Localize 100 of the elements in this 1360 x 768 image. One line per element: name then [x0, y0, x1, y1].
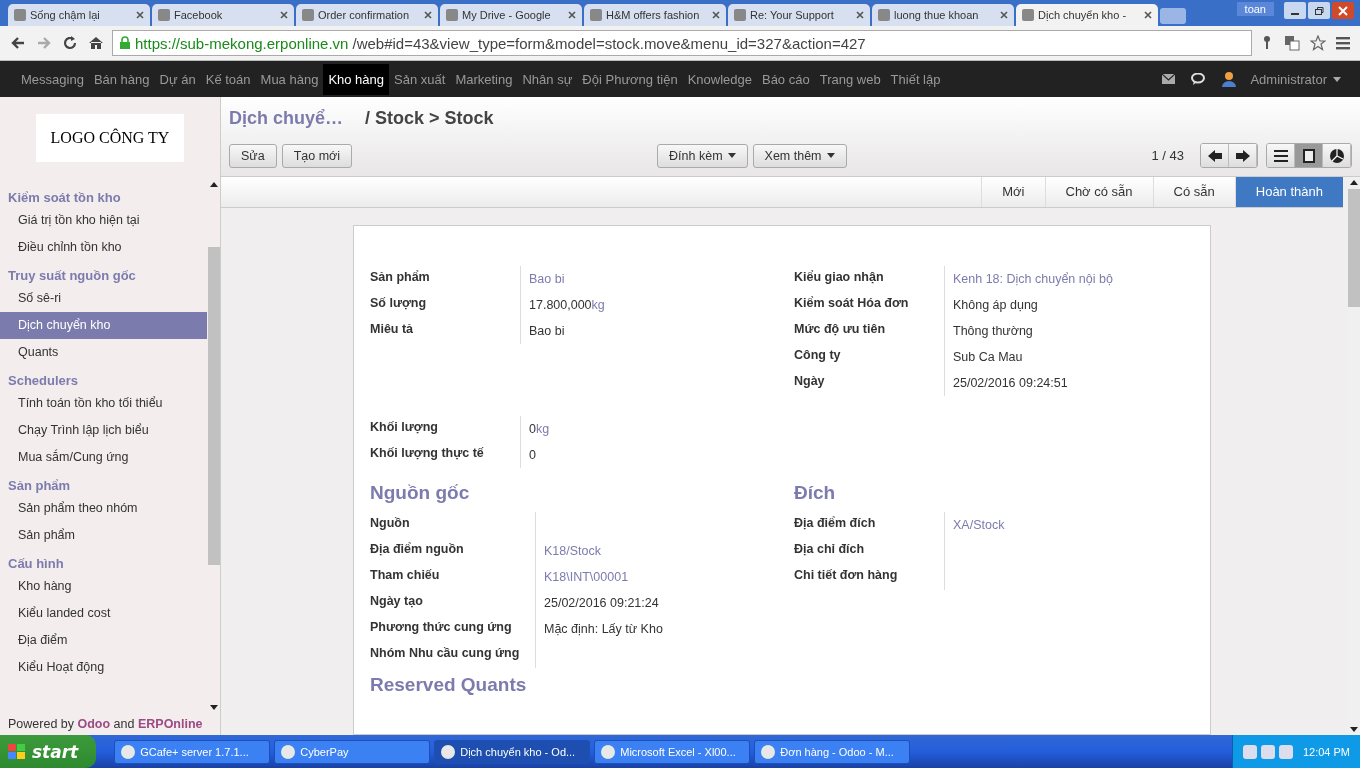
field-label: Chi tiết đơn hàng: [794, 567, 899, 584]
close-icon[interactable]: [280, 11, 288, 19]
dropdown-button[interactable]: Đính kèm: [657, 143, 748, 168]
status-stage[interactable]: Chờ có sẵn: [1044, 177, 1153, 207]
field-label: Phương thức cung ứng: [370, 619, 513, 636]
scroll-down-icon[interactable]: [1349, 727, 1358, 732]
previous-button[interactable]: [1201, 144, 1229, 167]
field-label: Công ty: [794, 347, 842, 364]
field-value: XA/Stock: [953, 518, 1005, 532]
menu-item[interactable]: Kho hàng: [323, 63, 390, 95]
menu-item[interactable]: Sản xuất: [389, 63, 451, 95]
form-view-button[interactable]: [1295, 144, 1323, 167]
menu-section-title: Schedulers: [7, 372, 80, 390]
list-view-button[interactable]: [1267, 144, 1295, 167]
close-icon[interactable]: [424, 11, 432, 19]
scroll-up-icon[interactable]: [1349, 180, 1358, 185]
sidebar-item[interactable]: Số sê-ri: [0, 285, 207, 312]
status-stage[interactable]: Mới: [981, 177, 1045, 207]
minimize-icon[interactable]: [1284, 2, 1306, 19]
scroll-down-icon[interactable]: [209, 705, 218, 710]
field-value: Mặc định: Lấy từ Kho: [544, 622, 663, 636]
sidebar-item[interactable]: Sản phẩm theo nhóm: [0, 495, 207, 522]
taskbar-button[interactable]: Đơn hàng - Odoo - M...: [754, 739, 911, 764]
toolbar-button[interactable]: Tạo mới: [281, 143, 353, 168]
toolbar-button[interactable]: Sửa: [229, 143, 277, 168]
sidebar-item[interactable]: Kiểu landed cost: [0, 600, 207, 627]
menu-item[interactable]: Thiết lập: [885, 63, 946, 95]
star-icon[interactable]: [1308, 35, 1328, 51]
pie-chart-icon: [1329, 148, 1344, 163]
menu-item[interactable]: Dự án: [154, 63, 201, 95]
sidebar-item[interactable]: Kho hàng: [0, 573, 207, 600]
close-icon[interactable]: [1144, 11, 1152, 19]
scroll-up-icon[interactable]: [209, 182, 218, 187]
sidebar-item[interactable]: Sản phẩm: [0, 522, 207, 549]
menu-item[interactable]: Đội Phương tiện: [577, 63, 683, 95]
sidebar-item[interactable]: Quants: [0, 339, 207, 366]
field-value: Thông thường: [944, 318, 1194, 344]
menu-item[interactable]: Nhân sự: [517, 63, 578, 95]
section-title: Reserved Quants: [370, 674, 527, 696]
page-icon: [590, 9, 602, 21]
mail-icon[interactable]: [1162, 74, 1176, 84]
sidebar-item[interactable]: Chạy Trình lập lịch biểu: [0, 417, 207, 444]
menu-icon[interactable]: [1334, 36, 1352, 50]
chat-icon[interactable]: [1191, 73, 1206, 85]
sidebar-item[interactable]: Địa điểm: [0, 627, 207, 654]
close-icon[interactable]: [856, 11, 864, 19]
taskbar-button[interactable]: Microsoft Excel - Xl00...: [594, 739, 751, 764]
menu-item[interactable]: Kế toán: [200, 63, 256, 95]
browser-tab[interactable]: H&M offers fashion: [584, 4, 726, 26]
menu-item[interactable]: Báo cáo: [756, 63, 815, 95]
menu-item[interactable]: Marketing: [450, 63, 518, 95]
user-menu[interactable]: Administrator: [1245, 63, 1346, 95]
browser-tab[interactable]: Facebook: [152, 4, 294, 26]
section-title: Đích: [794, 482, 837, 504]
start-button[interactable]: start: [0, 735, 97, 768]
dropdown-button[interactable]: Xem thêm: [752, 143, 847, 168]
field-label: Sản phẩm: [370, 269, 431, 286]
sidebar-item[interactable]: Mua sắm/Cung ứng: [0, 444, 207, 471]
profile-name[interactable]: toan: [1236, 2, 1274, 16]
sidebar-item[interactable]: Tính toán tồn kho tối thiểu: [0, 390, 207, 417]
close-icon[interactable]: [1332, 2, 1354, 19]
sidebar-item[interactable]: Điều chỉnh tồn kho: [0, 234, 207, 261]
taskbar-button[interactable]: GCafe+ server 1.7.1...: [114, 739, 271, 764]
menu-item[interactable]: Mua hàng: [255, 63, 324, 95]
menu-item[interactable]: Trang web: [814, 63, 886, 95]
menu-item[interactable]: Messaging: [16, 63, 89, 95]
taskbar-button[interactable]: CyberPay: [274, 739, 431, 764]
browser-tab[interactable]: Sống chậm lại: [8, 4, 150, 26]
browser-tab[interactable]: Re: Your Support: [728, 4, 870, 26]
field-label: Địa điểm đích: [794, 515, 877, 532]
status-stage[interactable]: Có sẵn: [1152, 177, 1235, 207]
sidebar-item[interactable]: Giá trị tồn kho hiện tại: [0, 207, 207, 234]
caret-icon: [1333, 76, 1341, 82]
close-icon[interactable]: [712, 11, 720, 19]
field-value: 25/02/2016 09:21:24: [544, 596, 659, 610]
page-icon: [14, 9, 26, 21]
browser-tab[interactable]: luong thue khoan: [872, 4, 1014, 26]
field-value: Bao bi: [520, 266, 770, 292]
next-button[interactable]: [1229, 144, 1257, 167]
sidebar-item[interactable]: Dịch chuyển kho: [0, 312, 207, 339]
page-icon: [158, 9, 170, 21]
restore-icon[interactable]: [1308, 2, 1330, 19]
field-label: Khối lượng thực tế: [370, 445, 485, 462]
translate-icon[interactable]: [1282, 35, 1302, 51]
status-stage[interactable]: Hoàn thành: [1234, 177, 1343, 207]
sidebar-item[interactable]: Kiểu Hoạt động: [0, 654, 207, 681]
scrollbar-thumb[interactable]: [207, 247, 220, 565]
graph-view-button[interactable]: [1323, 144, 1351, 167]
browser-tab[interactable]: My Drive - Google: [440, 4, 582, 26]
browser-tab[interactable]: Order confirmation: [296, 4, 438, 26]
menu-item[interactable]: Knowledge: [682, 63, 757, 95]
scrollbar-thumb[interactable]: [1347, 189, 1360, 307]
browser-tab[interactable]: Dịch chuyển kho -: [1016, 4, 1158, 26]
close-icon[interactable]: [568, 11, 576, 19]
taskbar-button[interactable]: Dịch chuyển kho - Od...: [434, 739, 591, 764]
close-icon[interactable]: [1000, 11, 1008, 19]
close-icon[interactable]: [136, 11, 144, 19]
address-field[interactable]: https://sub-mekong.erponline.vn /web#id=43&view_type=form&model=stock.move&menu_id=327&action=427: [112, 30, 1252, 56]
breadcrumb-link[interactable]: Dịch chuyể…: [229, 107, 344, 129]
menu-item[interactable]: Bán hàng: [88, 63, 155, 95]
